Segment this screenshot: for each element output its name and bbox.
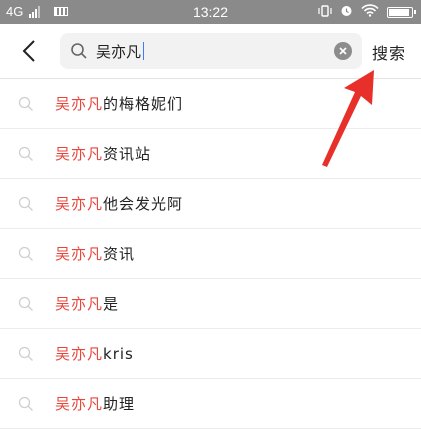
list-item[interactable]: 吴亦凡他会发光阿 — [0, 179, 421, 229]
search-icon — [18, 196, 34, 216]
suggestion-highlight: 吴亦凡 — [55, 145, 104, 163]
search-header: 搜索 — [0, 24, 421, 79]
suggestion-rest: kris — [103, 345, 134, 363]
alarm-icon — [340, 4, 353, 20]
suggestion-rest: 资讯站 — [103, 145, 152, 163]
close-icon — [339, 47, 347, 55]
suggestion-list: 吴亦凡的梅格妮们 吴亦凡资讯站 吴亦凡他会发光阿 吴亦凡资讯 吴亦凡是 吴亦凡k… — [0, 79, 421, 429]
suggestion-rest: 资讯 — [103, 245, 136, 263]
search-icon — [18, 146, 34, 166]
suggestion-highlight: 吴亦凡 — [55, 295, 104, 313]
suggestion-text: 吴亦凡他会发光阿 — [55, 193, 183, 214]
suggestion-text: 吴亦凡助理 — [55, 393, 135, 414]
search-icon — [70, 42, 88, 64]
suggestion-highlight: 吴亦凡 — [55, 195, 104, 213]
suggestion-highlight: 吴亦凡 — [55, 95, 104, 113]
list-item[interactable]: 吴亦凡资讯站 — [0, 129, 421, 179]
search-box[interactable] — [60, 33, 362, 69]
list-item[interactable]: 吴亦凡资讯 — [0, 229, 421, 279]
list-item[interactable]: 吴亦凡助理 — [0, 379, 421, 429]
suggestion-text: 吴亦凡kris — [55, 343, 134, 364]
search-icon — [18, 396, 34, 416]
suggestion-rest: 他会发光阿 — [103, 195, 184, 213]
suggestion-text: 吴亦凡资讯 — [55, 243, 135, 264]
suggestion-rest: 助理 — [103, 395, 136, 413]
suggestion-rest: 的梅格妮们 — [103, 95, 184, 113]
wifi-icon — [361, 4, 379, 20]
suggestion-text: 吴亦凡是 — [55, 293, 119, 314]
suggestion-highlight: 吴亦凡 — [55, 345, 104, 363]
list-item[interactable]: 吴亦凡是 — [0, 279, 421, 329]
suggestion-highlight: 吴亦凡 — [55, 245, 104, 263]
list-item[interactable]: 吴亦凡kris — [0, 329, 421, 379]
suggestion-highlight: 吴亦凡 — [55, 395, 104, 413]
status-bar: 4G 13:22 — [0, 0, 421, 24]
battery-icon — [387, 6, 416, 18]
search-icon — [18, 96, 34, 116]
suggestion-text: 吴亦凡资讯站 — [55, 143, 151, 164]
back-button[interactable] — [14, 36, 44, 66]
status-right — [318, 4, 416, 20]
search-icon — [18, 296, 34, 316]
search-button[interactable]: 搜索 — [372, 40, 406, 64]
list-item[interactable]: 吴亦凡的梅格妮们 — [0, 79, 421, 129]
chevron-left-icon — [22, 40, 35, 62]
clear-button[interactable] — [334, 42, 352, 60]
text-cursor — [143, 42, 144, 60]
vibrate-icon — [318, 4, 332, 20]
search-icon — [18, 246, 34, 266]
suggestion-rest: 是 — [103, 295, 120, 313]
search-icon — [18, 346, 34, 366]
search-input[interactable] — [96, 38, 326, 64]
suggestion-text: 吴亦凡的梅格妮们 — [55, 93, 183, 114]
